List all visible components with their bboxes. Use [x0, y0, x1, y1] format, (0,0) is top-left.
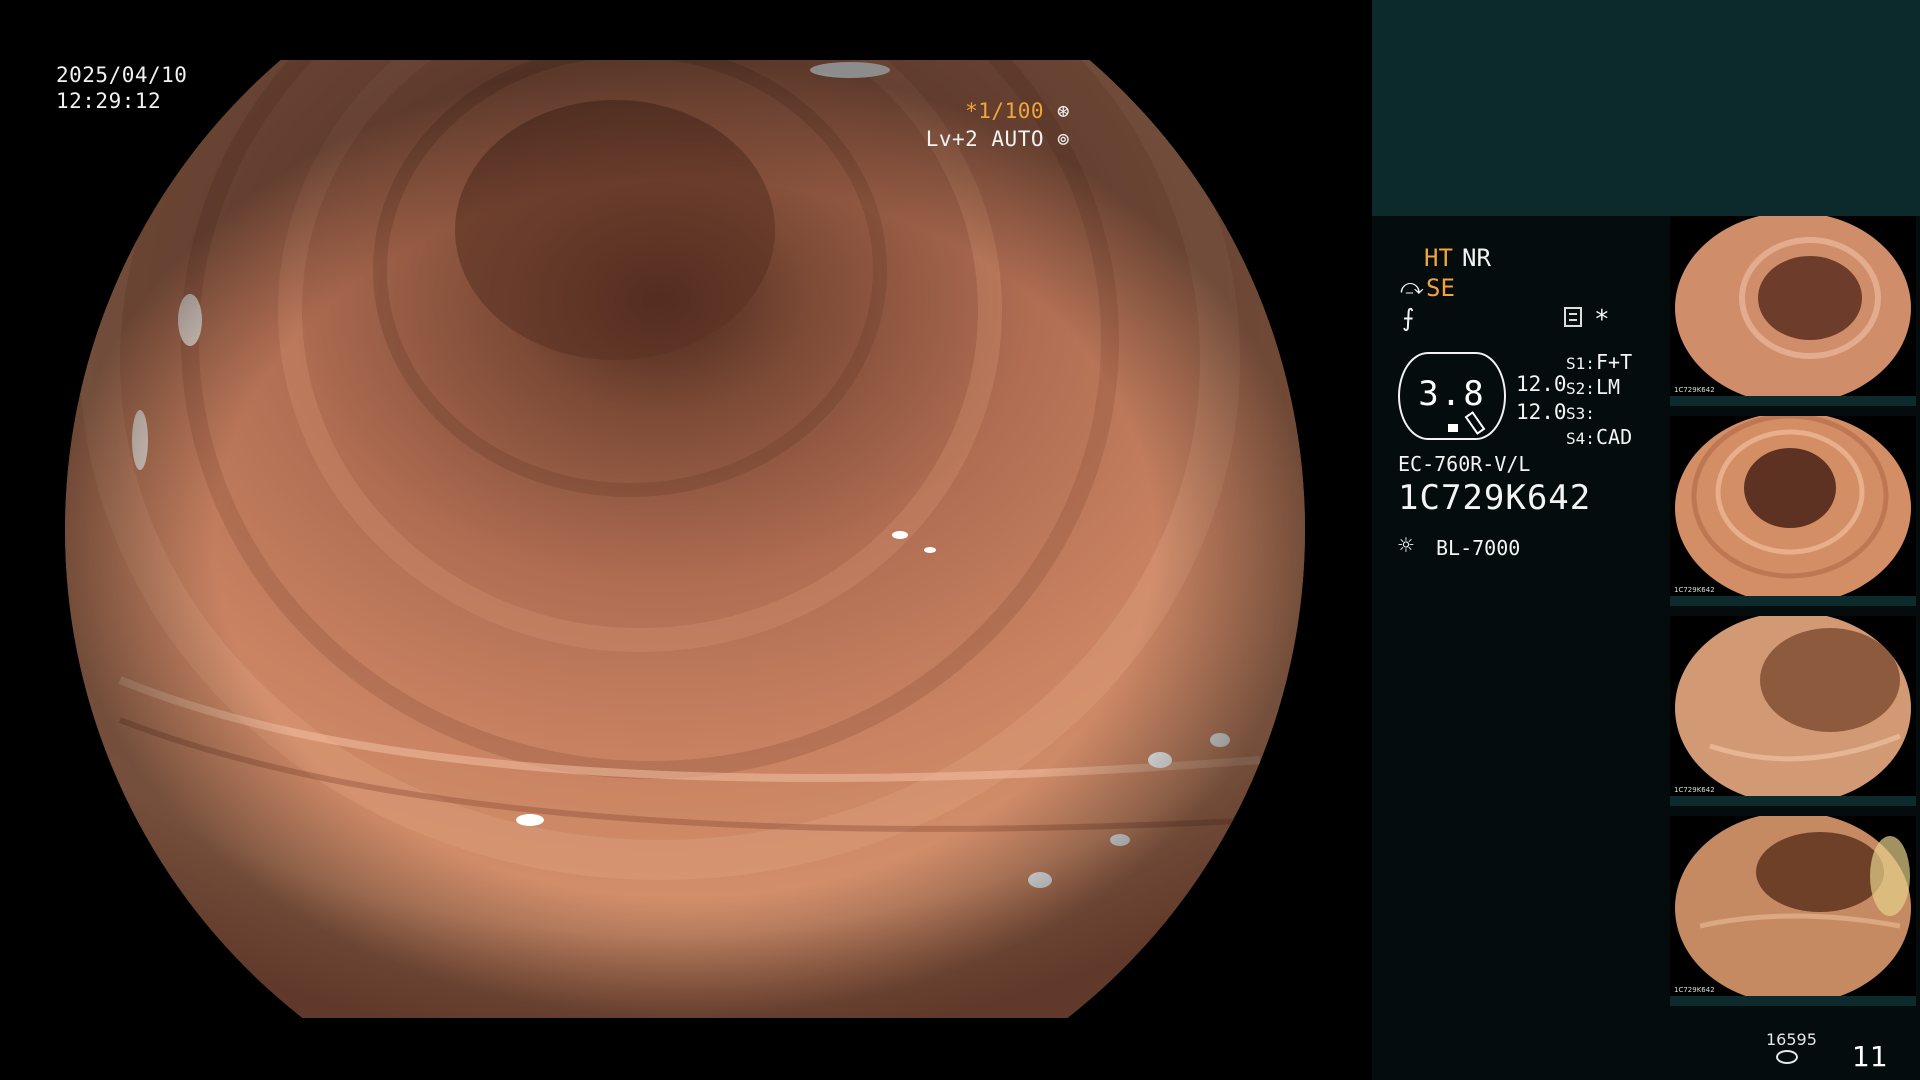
storage-icon: [1776, 1050, 1798, 1064]
page-number: 11: [1852, 1040, 1888, 1073]
status-panel: HT NR ⤼ SE ⨍ * 3.8 12.0 12.0 S1: F+T S2:…: [1372, 0, 1920, 1080]
gauge-value: 3.8: [1418, 374, 1486, 414]
switch-3-key: S3:: [1566, 404, 1595, 423]
panel-header-area: [1372, 0, 1920, 216]
thumbnail-info-strip: [1670, 596, 1916, 606]
endoscope-image: [60, 60, 1310, 1018]
endoscopy-monitor: 2025/04/10 12:29:12 *1/100 ⊛ Lv+2 AUTO ⊚…: [0, 0, 1920, 1080]
exam-time: 12:29:12: [56, 89, 162, 113]
nr-mode-label: NR: [1462, 244, 1491, 272]
scale-gauge: 3.8: [1398, 352, 1506, 440]
scope-model: EC-760R-V/L: [1398, 452, 1531, 476]
light-source-model: BL-7000: [1436, 536, 1521, 560]
se-mode-icon: ⤼: [1400, 275, 1424, 300]
thumbnail-image: [1675, 616, 1911, 804]
capture-thumbnail[interactable]: 1C729K642: [1670, 616, 1916, 806]
thumbnail-image: [1675, 816, 1911, 1004]
settings-panel-icon: [1564, 307, 1582, 327]
thumbnail-image: [1675, 416, 1911, 604]
shutter-icon: ⊛: [1056, 99, 1070, 123]
thumbnail-label: 1C729K642: [1674, 586, 1715, 594]
auto-level-icon: ⊚: [1056, 127, 1070, 151]
ht-mode-label: HT: [1424, 244, 1453, 272]
thumbnail-label: 1C729K642: [1674, 786, 1715, 794]
switch-2-key: S2:: [1566, 379, 1595, 398]
thumbnail-image: [1675, 216, 1911, 404]
se-mode-label: SE: [1426, 274, 1455, 302]
setting-value-b: 12.0: [1516, 400, 1567, 424]
switch-1-value: F+T: [1596, 350, 1633, 374]
thumbnail-info-strip: [1670, 996, 1916, 1006]
frame-count: 16595: [1766, 1030, 1817, 1049]
switch-4-value: CAD: [1596, 425, 1633, 449]
capture-thumbnail[interactable]: 1C729K642: [1670, 216, 1916, 406]
capture-thumbnail[interactable]: 1C729K642: [1670, 816, 1916, 1006]
endoscope-live-view: 2025/04/10 12:29:12 *1/100 ⊛ Lv+2 AUTO ⊚: [0, 0, 1372, 1080]
capture-thumbnail[interactable]: 1C729K642: [1670, 416, 1916, 606]
gauge-marker: [1448, 424, 1458, 432]
enhancement-icon: ⨍: [1402, 304, 1415, 332]
setting-value-a: 12.0: [1516, 372, 1567, 396]
asterisk-icon: *: [1594, 305, 1610, 335]
thumbnail-info-strip: [1670, 796, 1916, 806]
thumbnail-label: 1C729K642: [1674, 386, 1715, 394]
thumbnail-label: 1C729K642: [1674, 986, 1715, 994]
switch-2-value: LM: [1596, 375, 1621, 399]
thumbnail-info-strip: [1670, 396, 1916, 406]
brightness-level: Lv+2 AUTO: [925, 127, 1044, 151]
switch-1-key: S1:: [1566, 354, 1595, 373]
gauge-pointer: [1464, 411, 1486, 435]
colon-lumen-image: [65, 60, 1305, 1018]
exam-date: 2025/04/10: [56, 63, 188, 87]
switch-4-key: S4:: [1566, 429, 1595, 448]
shutter-speed: *1/100: [965, 99, 1044, 123]
scope-serial: 1C729K642: [1398, 478, 1592, 518]
light-source-icon: ☼: [1398, 531, 1414, 561]
